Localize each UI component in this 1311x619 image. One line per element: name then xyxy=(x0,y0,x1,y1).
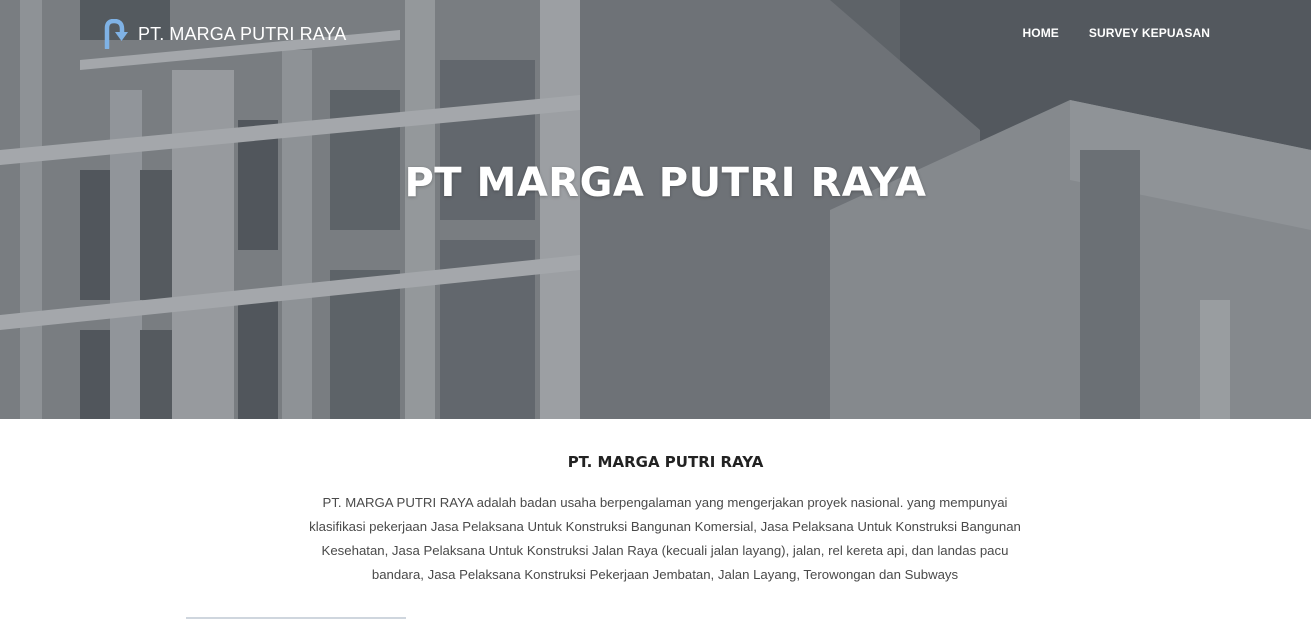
hero-title: PT MARGA PUTRI RAYA xyxy=(404,160,927,206)
brand-name: PT. MARGA PUTRI RAYA xyxy=(138,23,347,44)
nav-survey-link[interactable]: SURVEY KEPUASAN xyxy=(1089,26,1210,40)
about-title: PT. MARGA PUTRI RAYA xyxy=(567,453,764,471)
about-section: PT. MARGA PUTRI RAYA PT. MARGA PUTRI RAY… xyxy=(0,419,1311,619)
navbar: PT. MARGA PUTRI RAYA HOME SURVEY KEPUASA… xyxy=(0,0,1311,68)
hero-banner: PT. MARGA PUTRI RAYA HOME SURVEY KEPUASA… xyxy=(0,0,1311,419)
nav-menu: HOME SURVEY KEPUASAN xyxy=(1023,26,1211,40)
arrow-logo-icon xyxy=(104,18,128,51)
about-description: PT. MARGA PUTRI RAYA adalah badan usaha … xyxy=(309,495,1021,582)
nav-home-link[interactable]: HOME xyxy=(1023,26,1059,40)
brand-link[interactable]: PT. MARGA PUTRI RAYA xyxy=(104,18,347,51)
